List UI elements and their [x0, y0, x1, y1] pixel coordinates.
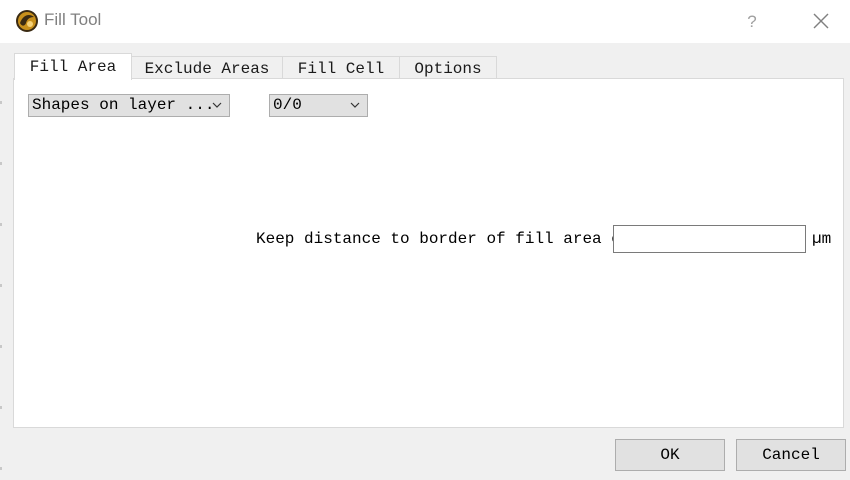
layer-value: 0/0 [273, 96, 302, 114]
window-title: Fill Tool [44, 10, 102, 29]
shapes-source-value: Shapes on layer ... [32, 96, 215, 114]
tab-exclude-areas[interactable]: Exclude Areas [131, 56, 283, 79]
tab-options[interactable]: Options [399, 56, 497, 79]
shapes-source-select[interactable]: Shapes on layer ... [28, 94, 230, 117]
tab-fill-area[interactable]: Fill Area [14, 53, 132, 80]
distance-label: Keep distance to border of fill area of [256, 230, 631, 248]
chevron-down-icon [350, 102, 360, 108]
chevron-down-icon [212, 102, 222, 108]
close-icon[interactable] [808, 9, 836, 35]
fill-area-panel [13, 78, 844, 428]
cancel-button[interactable]: Cancel [736, 439, 846, 471]
ok-button[interactable]: OK [615, 439, 725, 471]
help-button[interactable]: ? [738, 9, 766, 35]
fill-tool-dialog: Fill Tool ? Fill Area Exclude Areas Fill… [0, 0, 850, 480]
distance-input[interactable] [613, 225, 806, 253]
tab-fill-cell[interactable]: Fill Cell [282, 56, 400, 79]
window-left-edge [0, 43, 2, 480]
distance-unit: µm [812, 230, 832, 248]
title-bar: Fill Tool ? [0, 0, 850, 43]
app-logo-icon [16, 10, 38, 32]
layer-select[interactable]: 0/0 [269, 94, 368, 117]
